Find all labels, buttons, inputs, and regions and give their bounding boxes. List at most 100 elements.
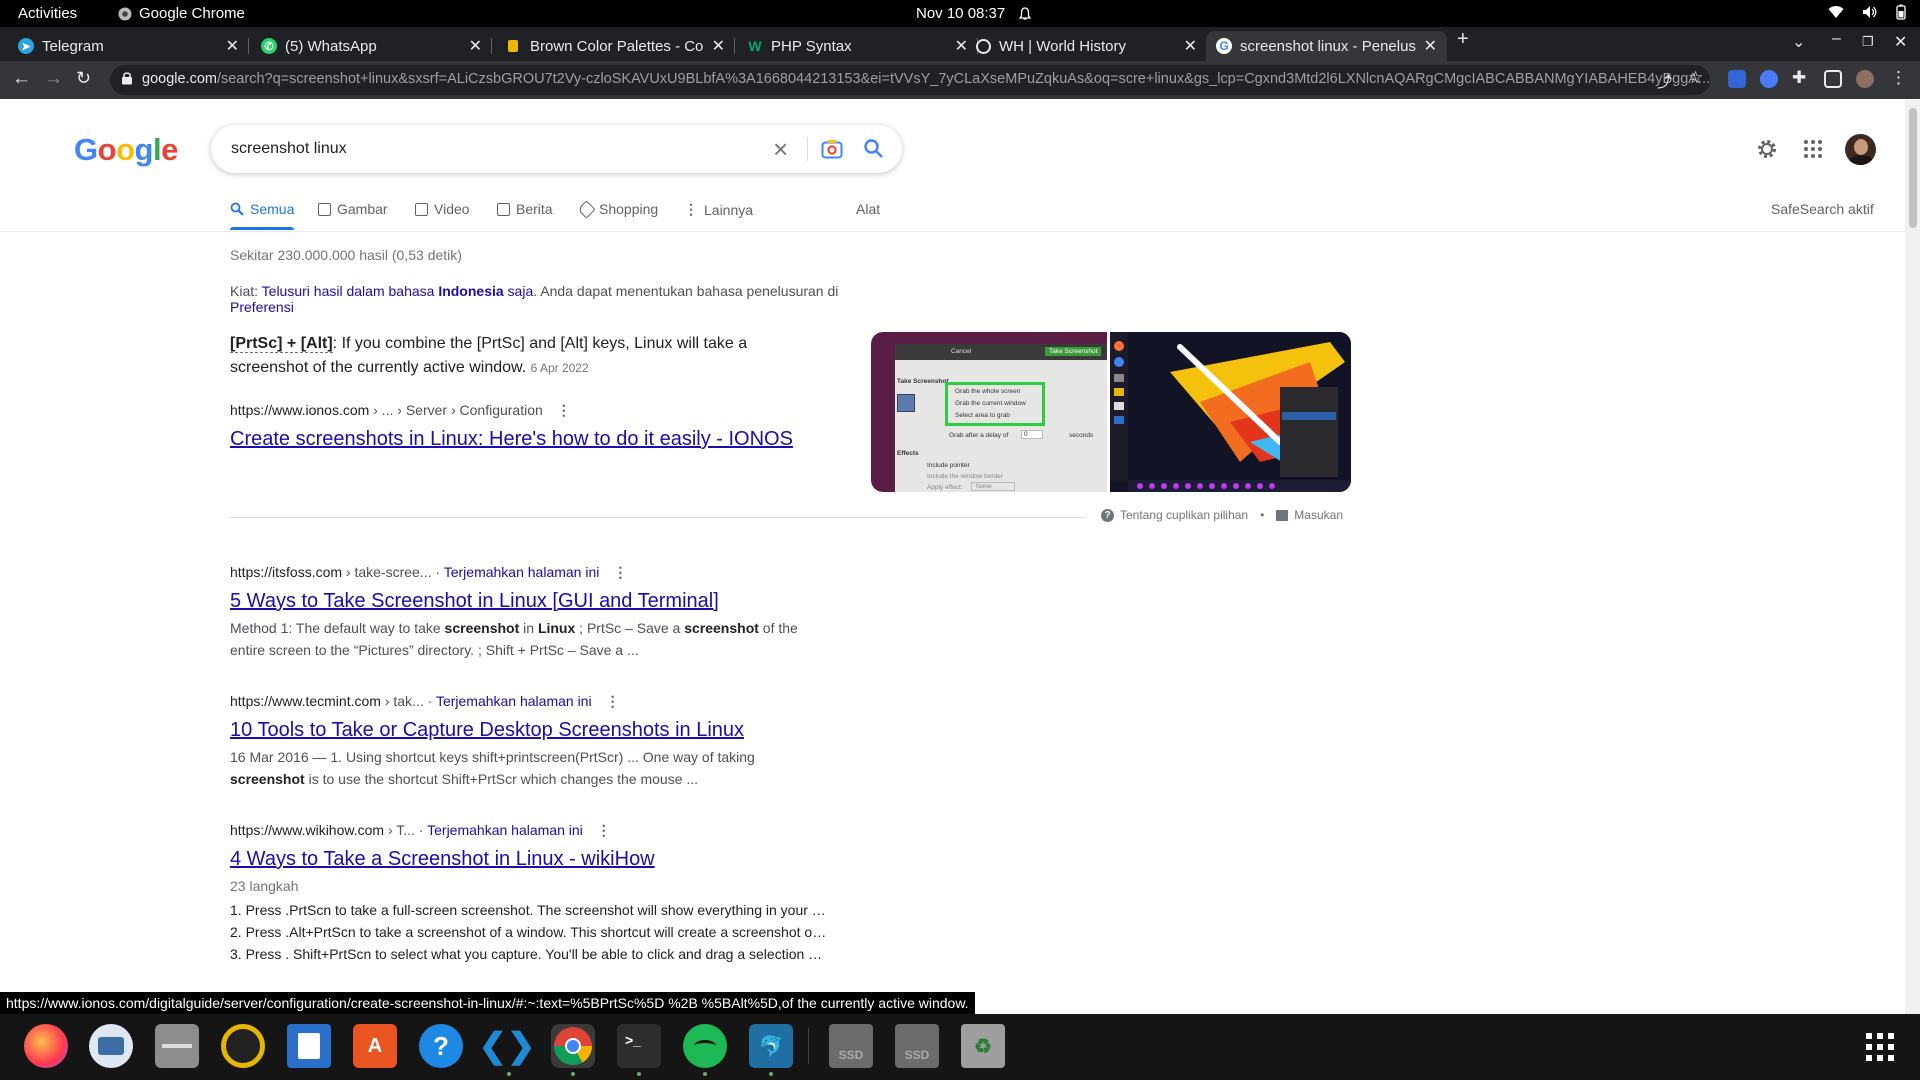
ssd-icon[interactable]: SSD [895, 1024, 939, 1068]
close-icon[interactable]: ✕ [712, 36, 725, 56]
account-avatar[interactable] [1845, 134, 1876, 165]
tab-shopping[interactable]: Shopping [577, 199, 658, 219]
address-bar[interactable]: google.com/search?q=screenshot+linux&sxs… [110, 65, 1710, 95]
news-icon [497, 202, 510, 216]
thumbnail-screenshot-dialog[interactable]: Cancel Take Screenshot Take Screenshot G… [871, 332, 1107, 492]
result-cite[interactable]: https://itsfoss.com › take-scree... · Te… [230, 564, 627, 581]
gnome-top-bar: Activities Google Chrome Nov 10 08:37 [0, 0, 1920, 27]
language-link[interactable]: Telusuri hasil dalam bahasa Indonesia sa… [262, 283, 534, 299]
app-menu[interactable]: Google Chrome [118, 5, 245, 22]
tab-php-syntax[interactable]: W PHP Syntax ✕ [737, 31, 978, 61]
google-logo[interactable]: Google [74, 132, 178, 168]
tab-google-search[interactable]: G screenshot linux - Penelus ✕ [1206, 31, 1447, 61]
window-close-button[interactable]: ✕ [1894, 32, 1907, 52]
result-title[interactable]: 5 Ways to Take Screenshot in Linux [GUI … [230, 590, 719, 613]
page-scrollbar[interactable] [1905, 100, 1920, 1014]
tab-search-icon[interactable]: ⌄ [1792, 32, 1805, 52]
featured-images[interactable]: Cancel Take Screenshot Take Screenshot G… [871, 332, 1351, 492]
show-apps-grid-icon[interactable] [1866, 1033, 1894, 1061]
result-cite[interactable]: https://www.wikihow.com › T... · Terjema… [230, 822, 611, 839]
extension-icon[interactable] [1760, 70, 1778, 88]
settings-gear-icon[interactable] [1756, 138, 1778, 160]
forward-button[interactable]: → [44, 68, 63, 90]
writer-icon[interactable] [287, 1024, 331, 1068]
tab-world-history[interactable]: WH | World History ✕ [966, 31, 1207, 61]
dialog-heading: Take Screenshot [897, 378, 949, 385]
reload-button[interactable]: ↻ [76, 68, 91, 89]
translate-link[interactable]: Terjemahkan halaman ini [436, 693, 592, 709]
close-icon[interactable]: ✕ [469, 36, 482, 56]
globe-icon [976, 38, 991, 54]
feedback-link[interactable]: Masukan [1294, 508, 1343, 522]
preferences-link[interactable]: Preferensi [230, 299, 294, 315]
restore-button[interactable]: ❐ [1862, 34, 1874, 50]
tab-more[interactable]: ⋮ Lainnya [684, 201, 753, 218]
kebab-menu-icon[interactable]: ⋮ [1890, 68, 1907, 88]
tab-tools[interactable]: Alat [856, 201, 880, 217]
link-bold: Indonesia [438, 283, 504, 299]
more-vert-icon[interactable]: ⋮ [606, 693, 620, 709]
software-icon[interactable]: A [353, 1024, 397, 1068]
result-snippet: Method 1: The default way to take screen… [230, 617, 830, 661]
more-vert-icon[interactable]: ⋮ [597, 822, 611, 838]
tab-images[interactable]: Gambar [318, 201, 388, 217]
result-title[interactable]: 10 Tools to Take or Capture Desktop Scre… [230, 719, 744, 742]
ssd-icon[interactable]: SSD [829, 1024, 873, 1068]
tab-title: (5) WhatsApp [285, 37, 377, 55]
cite-path: › ... › Server › Configuration [369, 402, 543, 418]
extension-bitwarden-icon[interactable] [1728, 70, 1746, 88]
featured-result-title[interactable]: Create screenshots in Linux: Here's how … [230, 428, 793, 451]
translate-link[interactable]: Terjemahkan halaman ini [444, 564, 600, 580]
extensions-puzzle-icon[interactable]: ✚ [1792, 68, 1806, 88]
spotify-icon[interactable] [683, 1024, 727, 1068]
share-icon[interactable]: ⤴ [1657, 71, 1672, 92]
rhythmbox-icon[interactable] [221, 1024, 265, 1068]
apps-grid-icon[interactable] [1804, 140, 1822, 158]
back-button[interactable]: ← [12, 68, 31, 90]
profile-avatar[interactable] [1856, 70, 1874, 88]
more-vert-icon[interactable]: ⋮ [613, 564, 627, 580]
url-path: /search?q=screenshot+linux&sxsrf=ALiCzsb… [216, 71, 1710, 87]
minimize-button[interactable]: – [1832, 30, 1841, 48]
tab-telegram[interactable]: ➤ Telegram ✕ [8, 31, 249, 61]
more-vert-icon[interactable]: ⋮ [557, 402, 571, 418]
camera-search-icon[interactable] [821, 139, 843, 159]
tab-videos[interactable]: Video [415, 201, 470, 217]
safesearch-link[interactable]: SafeSearch aktif [1771, 201, 1874, 217]
search-icon[interactable] [863, 138, 884, 159]
vscode-icon[interactable]: ❮❯ [479, 1024, 536, 1068]
side-panel-icon[interactable] [1824, 70, 1842, 88]
help-icon[interactable]: ? [419, 1024, 463, 1068]
new-tab-button[interactable]: + [1457, 28, 1469, 51]
result-cite[interactable]: https://www.tecmint.com › tak... · Terje… [230, 693, 620, 710]
close-icon[interactable]: ✕ [1184, 36, 1197, 56]
trash-icon[interactable]: ♻ [961, 1024, 1005, 1068]
tab-brown-palettes[interactable]: Brown Color Palettes - Co ✕ [494, 31, 735, 61]
search-input[interactable]: screenshot linux [231, 140, 347, 158]
search-box[interactable]: screenshot linux × [211, 125, 902, 173]
thunderbird-icon[interactable] [89, 1024, 133, 1068]
clear-icon[interactable]: × [773, 134, 788, 165]
about-snippets-link[interactable]: Tentang cuplikan pilihan [1120, 508, 1248, 522]
activities-button[interactable]: Activities [18, 5, 77, 22]
tab-all[interactable]: Semua [230, 201, 295, 230]
thumbnail-desktop-art[interactable] [1110, 332, 1351, 492]
system-tray[interactable] [1828, 4, 1906, 20]
feedback-icon [1276, 509, 1289, 521]
chrome-icon[interactable] [551, 1024, 595, 1068]
scrollbar-thumb[interactable] [1909, 108, 1917, 228]
tab-whatsapp[interactable]: ✆ (5) WhatsApp ✕ [251, 31, 492, 61]
bookmark-star-icon[interactable]: ☆ [1688, 68, 1703, 88]
dialog-option: Select area to grab [955, 412, 1010, 419]
tab-news[interactable]: Berita [497, 201, 553, 217]
translate-link[interactable]: Terjemahkan halaman ini [427, 822, 583, 838]
featured-cite[interactable]: https://www.ionos.com › ... › Server › C… [230, 402, 571, 419]
close-icon[interactable]: ✕ [226, 36, 239, 56]
clock-menu[interactable]: Nov 10 08:37 [916, 5, 1032, 22]
terminal-icon[interactable]: >_ [617, 1024, 661, 1068]
result-title[interactable]: 4 Ways to Take a Screenshot in Linux - w… [230, 848, 655, 871]
firefox-icon[interactable] [24, 1024, 68, 1068]
mysql-workbench-icon[interactable]: 🐬 [749, 1024, 793, 1068]
files-icon[interactable] [155, 1024, 199, 1068]
close-icon[interactable]: ✕ [1424, 36, 1437, 56]
